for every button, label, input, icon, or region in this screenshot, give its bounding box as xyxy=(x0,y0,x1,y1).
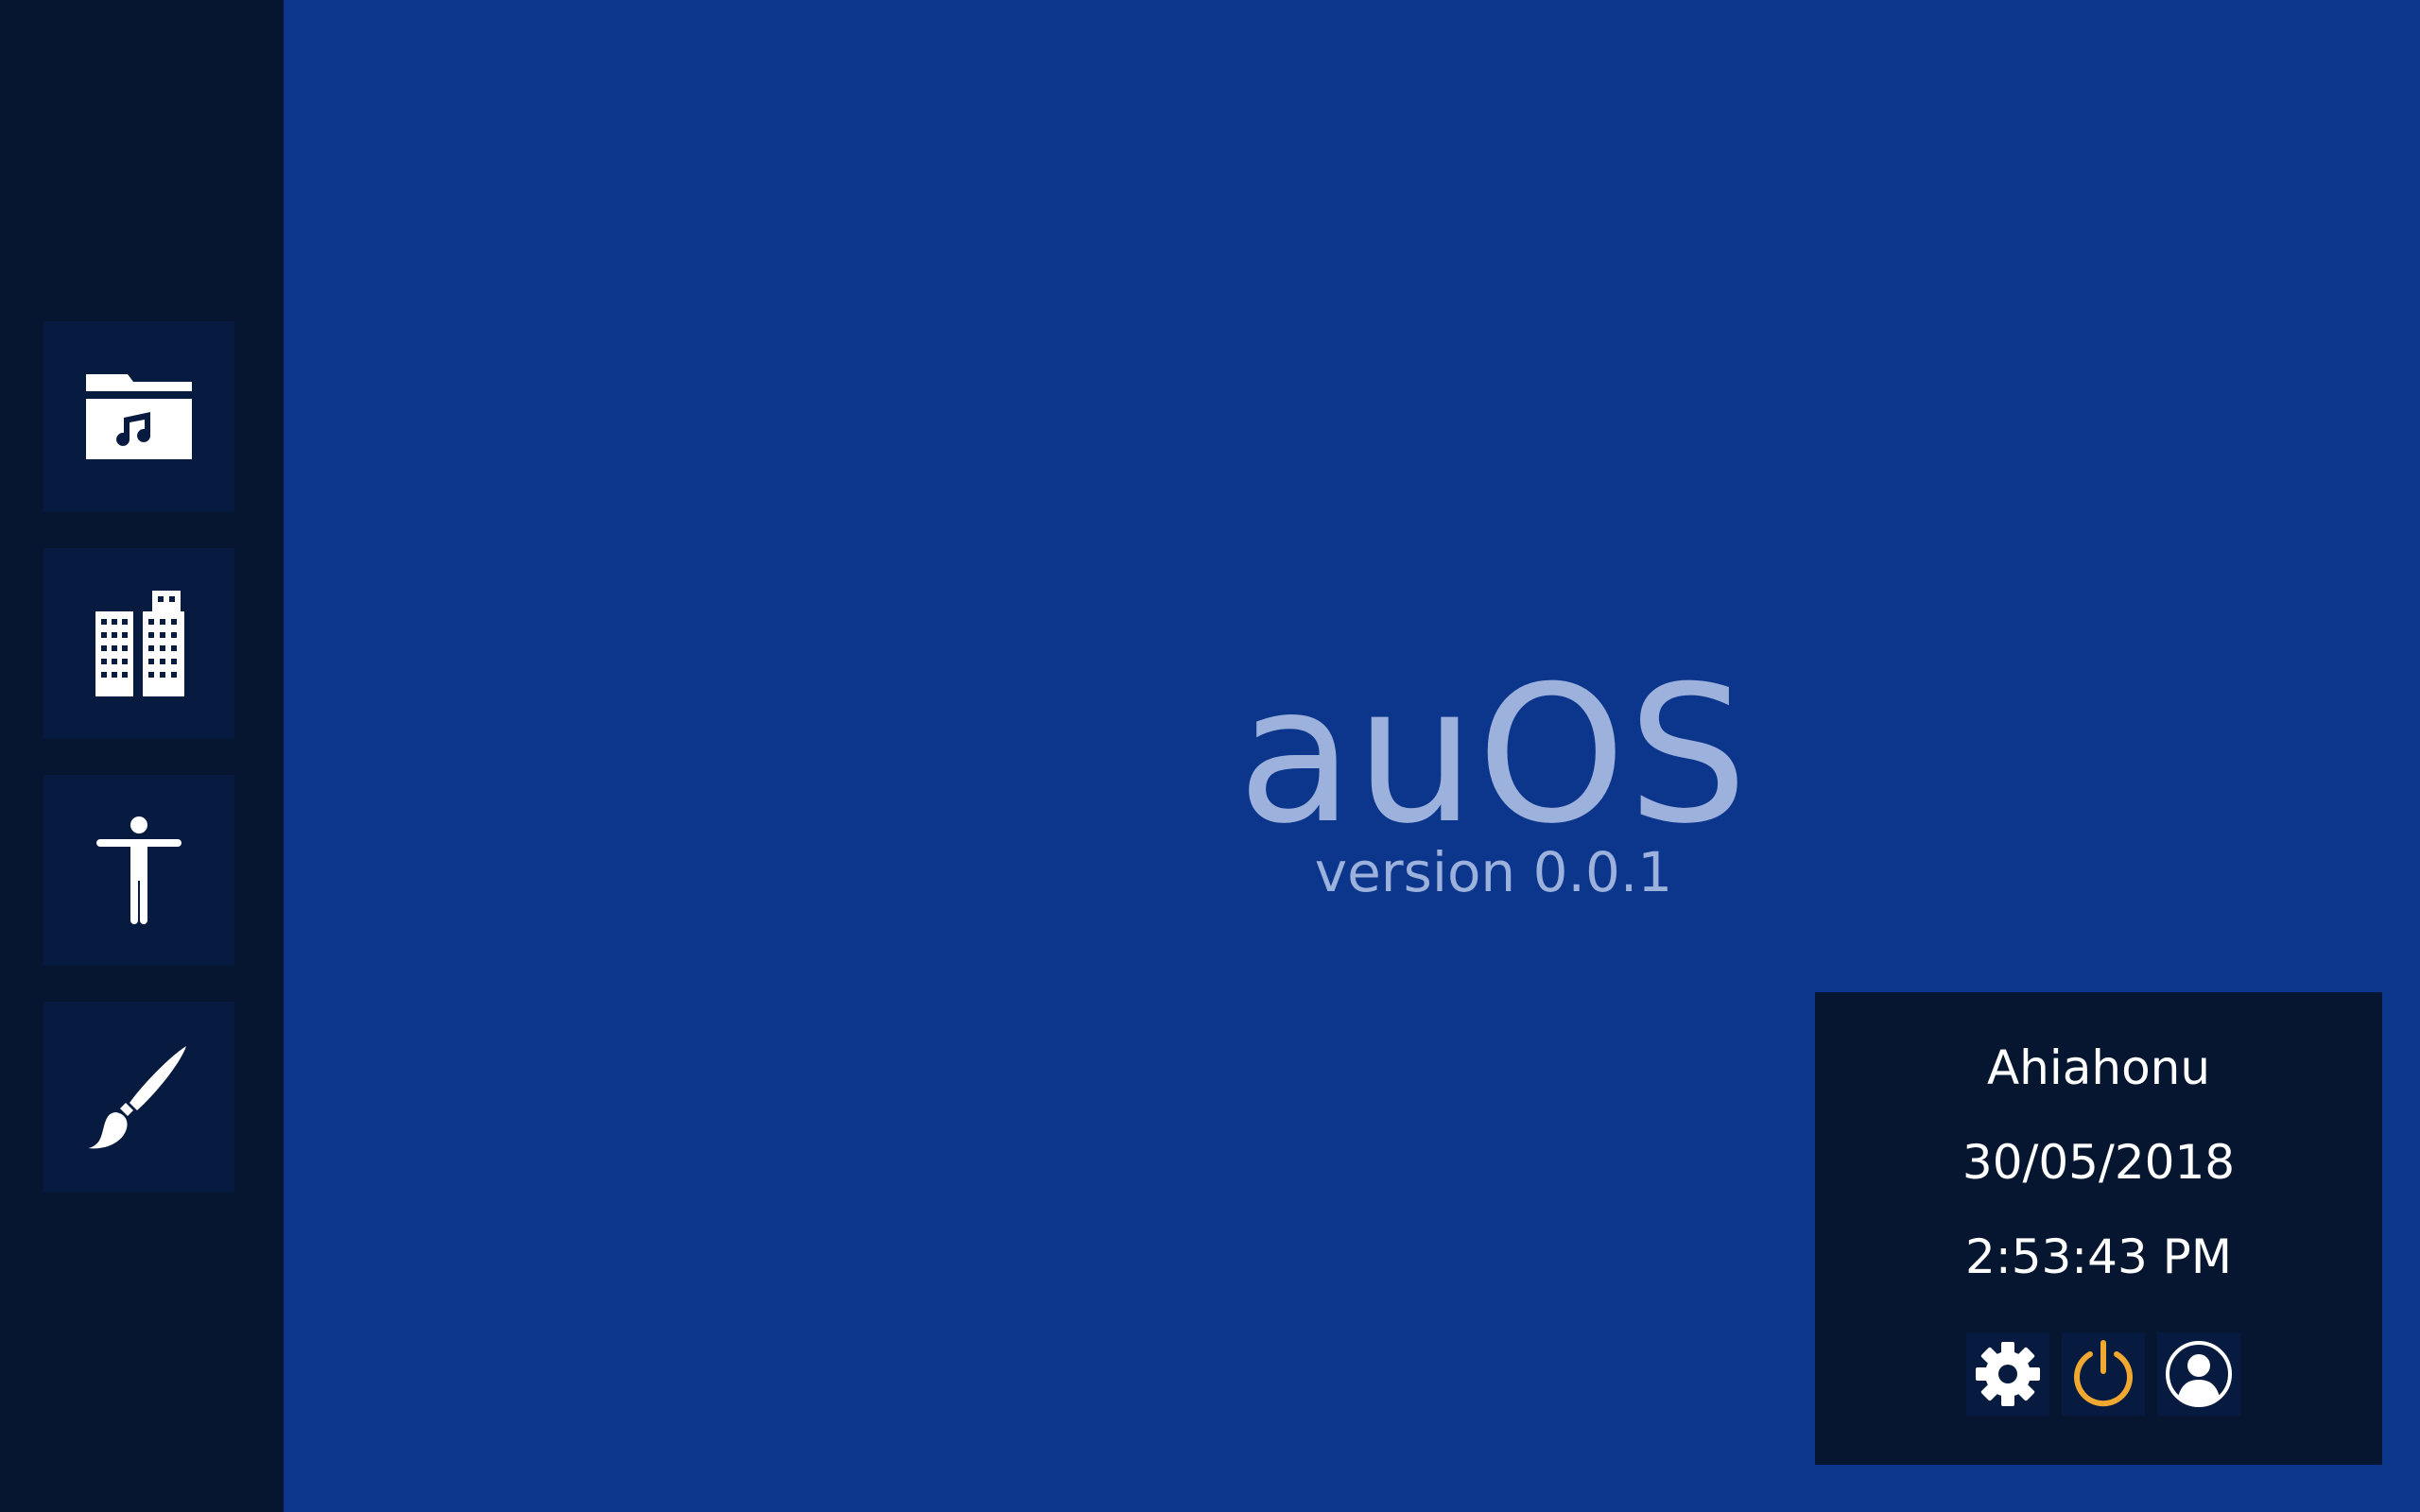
date-label: 30/05/2018 xyxy=(1962,1135,2236,1190)
power-icon xyxy=(2074,1340,2133,1407)
buildings-app-button[interactable] xyxy=(43,548,234,739)
accessibility-icon xyxy=(96,816,182,924)
music-folder-app-button[interactable] xyxy=(43,321,234,512)
clock-label: 2:53:43 PM xyxy=(1965,1229,2232,1284)
buildings-icon xyxy=(95,591,184,696)
user-account-icon xyxy=(2166,1341,2232,1407)
os-title: auOS xyxy=(1237,645,1750,866)
username-label: Ahiahonu xyxy=(1986,1040,2211,1095)
paint-app-button[interactable] xyxy=(43,1002,234,1193)
paintbrush-icon xyxy=(88,1046,186,1149)
accessibility-app-button[interactable] xyxy=(43,775,234,966)
system-info-panel: Ahiahonu 30/05/2018 2:53:43 PM xyxy=(1815,992,2382,1465)
music-folder-icon xyxy=(86,374,192,459)
gear-icon xyxy=(1976,1342,2040,1406)
settings-button[interactable] xyxy=(1966,1332,2049,1416)
os-branding: auOS version 0.0.1 xyxy=(1229,662,1758,905)
app-sidebar xyxy=(0,0,284,1512)
power-button[interactable] xyxy=(2062,1332,2145,1416)
panel-button-row xyxy=(1966,1332,2240,1418)
user-account-button[interactable] xyxy=(2157,1332,2240,1416)
